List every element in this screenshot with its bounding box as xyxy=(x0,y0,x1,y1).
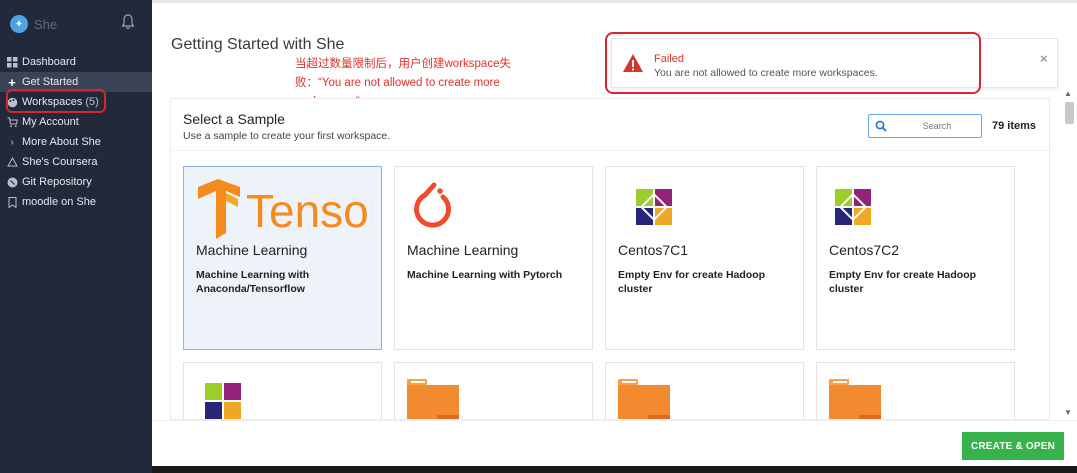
panel-header: Select a Sample Use a sample to create y… xyxy=(171,99,1049,151)
folder-icon xyxy=(407,379,459,419)
panel-title: Select a Sample xyxy=(183,111,285,127)
card-description: Machine Learning with Anaconda/Tensorflo… xyxy=(196,269,310,295)
panel-subtitle: Use a sample to create your first worksp… xyxy=(183,130,391,142)
logo-icon: ✦ xyxy=(10,15,28,33)
tensorflow-logo-text: Tensor xyxy=(246,185,372,237)
sidebar-item-coursera[interactable]: She's Coursera xyxy=(0,152,152,172)
triangle-icon xyxy=(6,156,18,168)
sidebar-item-label: moodle on She xyxy=(22,196,96,208)
logo[interactable]: ✦ She xyxy=(10,12,57,36)
scroll-up-arrow[interactable]: ▲ xyxy=(1064,89,1072,98)
grid-icon xyxy=(6,56,18,68)
centos-logo xyxy=(201,379,245,419)
sidebar-item-dashboard[interactable]: Dashboard xyxy=(0,52,152,72)
cart-icon xyxy=(6,116,18,128)
close-icon[interactable]: × xyxy=(1040,51,1048,66)
card-description: Machine Learning with Pytorch xyxy=(407,269,563,281)
sidebar-item-my-account[interactable]: My Account xyxy=(0,112,152,132)
top-divider xyxy=(152,0,1077,3)
page-title: Getting Started with She xyxy=(171,36,345,53)
card-title: Centos7C2 xyxy=(829,242,900,258)
plus-icon: + xyxy=(8,74,16,90)
git-icon xyxy=(6,176,18,188)
sample-card[interactable] xyxy=(816,362,1015,419)
card-title: Centos7C1 xyxy=(618,242,689,258)
search-icon xyxy=(875,120,887,132)
chevron-right-icon: › xyxy=(10,136,14,148)
item-count: 79 items xyxy=(992,120,1037,132)
tensorflow-logo: Tensor xyxy=(198,179,372,239)
sample-card[interactable] xyxy=(605,362,804,419)
bell-icon[interactable] xyxy=(120,13,136,31)
annotation-line: 当超过数量限制后，用户创建workspace失 xyxy=(295,58,511,70)
sample-card[interactable] xyxy=(394,362,593,419)
folder-icon xyxy=(618,379,670,419)
sample-card-centos7c2[interactable]: Centos7C2 Empty Env for create Hadoop cl… xyxy=(816,166,1015,350)
scrollbar-thumb[interactable] xyxy=(1065,102,1074,124)
search-input[interactable] xyxy=(897,118,977,134)
app-window: ✦ She Dashboard + Get Started Workspaces… xyxy=(0,0,1077,473)
scroll-down-arrow[interactable]: ▼ xyxy=(1064,408,1072,417)
pytorch-logo xyxy=(414,182,452,228)
sample-card-pytorch[interactable]: Machine Learning Machine Learning with P… xyxy=(394,166,593,350)
folder-icon xyxy=(829,379,881,419)
main-content: Getting Started with She 当超过数量限制后，用户创建wo… xyxy=(152,0,1077,473)
sample-card-centos7c1[interactable]: Centos7C1 Empty Env for create Hadoop cl… xyxy=(605,166,804,350)
sidebar: ✦ She Dashboard + Get Started Workspaces… xyxy=(0,0,152,473)
sidebar-item-label: Dashboard xyxy=(22,56,76,68)
sidebar-item-label: Get Started xyxy=(22,76,79,88)
create-and-open-button[interactable]: CREATE & OPEN xyxy=(962,432,1064,460)
bottom-bar xyxy=(152,466,1077,473)
sidebar-item-more-about[interactable]: › More About She xyxy=(0,132,152,152)
card-description: Empty Env for create Hadoop cluster xyxy=(618,269,766,295)
sidebar-nav: Dashboard + Get Started Workspaces (5) M… xyxy=(0,52,152,212)
sample-panel: Select a Sample Use a sample to create y… xyxy=(170,98,1050,420)
search-box[interactable] xyxy=(868,114,982,138)
sidebar-item-git-repository[interactable]: Git Repository xyxy=(0,172,152,192)
annotation-line: 败：“You are not allowed to create more xyxy=(295,77,500,89)
sample-card[interactable] xyxy=(183,362,382,419)
sidebar-item-label: My Account xyxy=(22,116,79,128)
centos-logo xyxy=(831,185,875,229)
card-title: Machine Learning xyxy=(407,242,519,258)
sample-card-tensorflow[interactable]: Tensor Machine Learning Machine Learning… xyxy=(183,166,382,350)
logo-text: She xyxy=(34,16,58,32)
sidebar-item-label: Git Repository xyxy=(22,176,92,188)
bookmark-icon xyxy=(6,196,18,208)
centos-logo xyxy=(632,185,676,229)
sidebar-item-label: She's Coursera xyxy=(22,156,98,168)
toast-highlight-annotation xyxy=(605,32,981,94)
sidebar-item-label: More About She xyxy=(22,136,101,148)
sidebar-item-moodle[interactable]: moodle on She xyxy=(0,192,152,212)
workspaces-highlight-annotation xyxy=(6,89,106,113)
card-title: Machine Learning xyxy=(196,242,308,258)
card-description: Empty Env for create Hadoop cluster xyxy=(829,269,977,295)
